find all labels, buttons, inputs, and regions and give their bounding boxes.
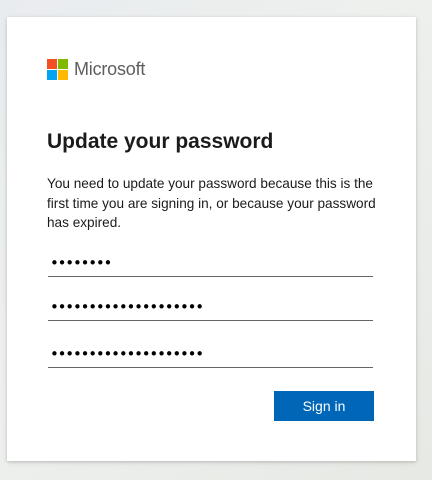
microsoft-logo: Microsoft bbox=[47, 59, 145, 80]
page-title: Update your password bbox=[47, 130, 274, 153]
confirm-password-field[interactable] bbox=[48, 342, 373, 368]
page-description: You need to update your password because… bbox=[47, 176, 376, 230]
logo-square-red bbox=[47, 59, 57, 69]
microsoft-logo-icon bbox=[47, 59, 68, 80]
logo-square-yellow bbox=[58, 70, 68, 80]
sign-in-button[interactable]: Sign in bbox=[274, 391, 374, 421]
new-password-field[interactable] bbox=[48, 295, 373, 321]
current-password-field[interactable] bbox=[48, 251, 373, 277]
brand-name: Microsoft bbox=[74, 59, 146, 79]
sign-in-card: Microsoft Update your password You need … bbox=[7, 17, 416, 461]
logo-square-green bbox=[58, 59, 68, 69]
logo-square-blue bbox=[47, 70, 57, 80]
